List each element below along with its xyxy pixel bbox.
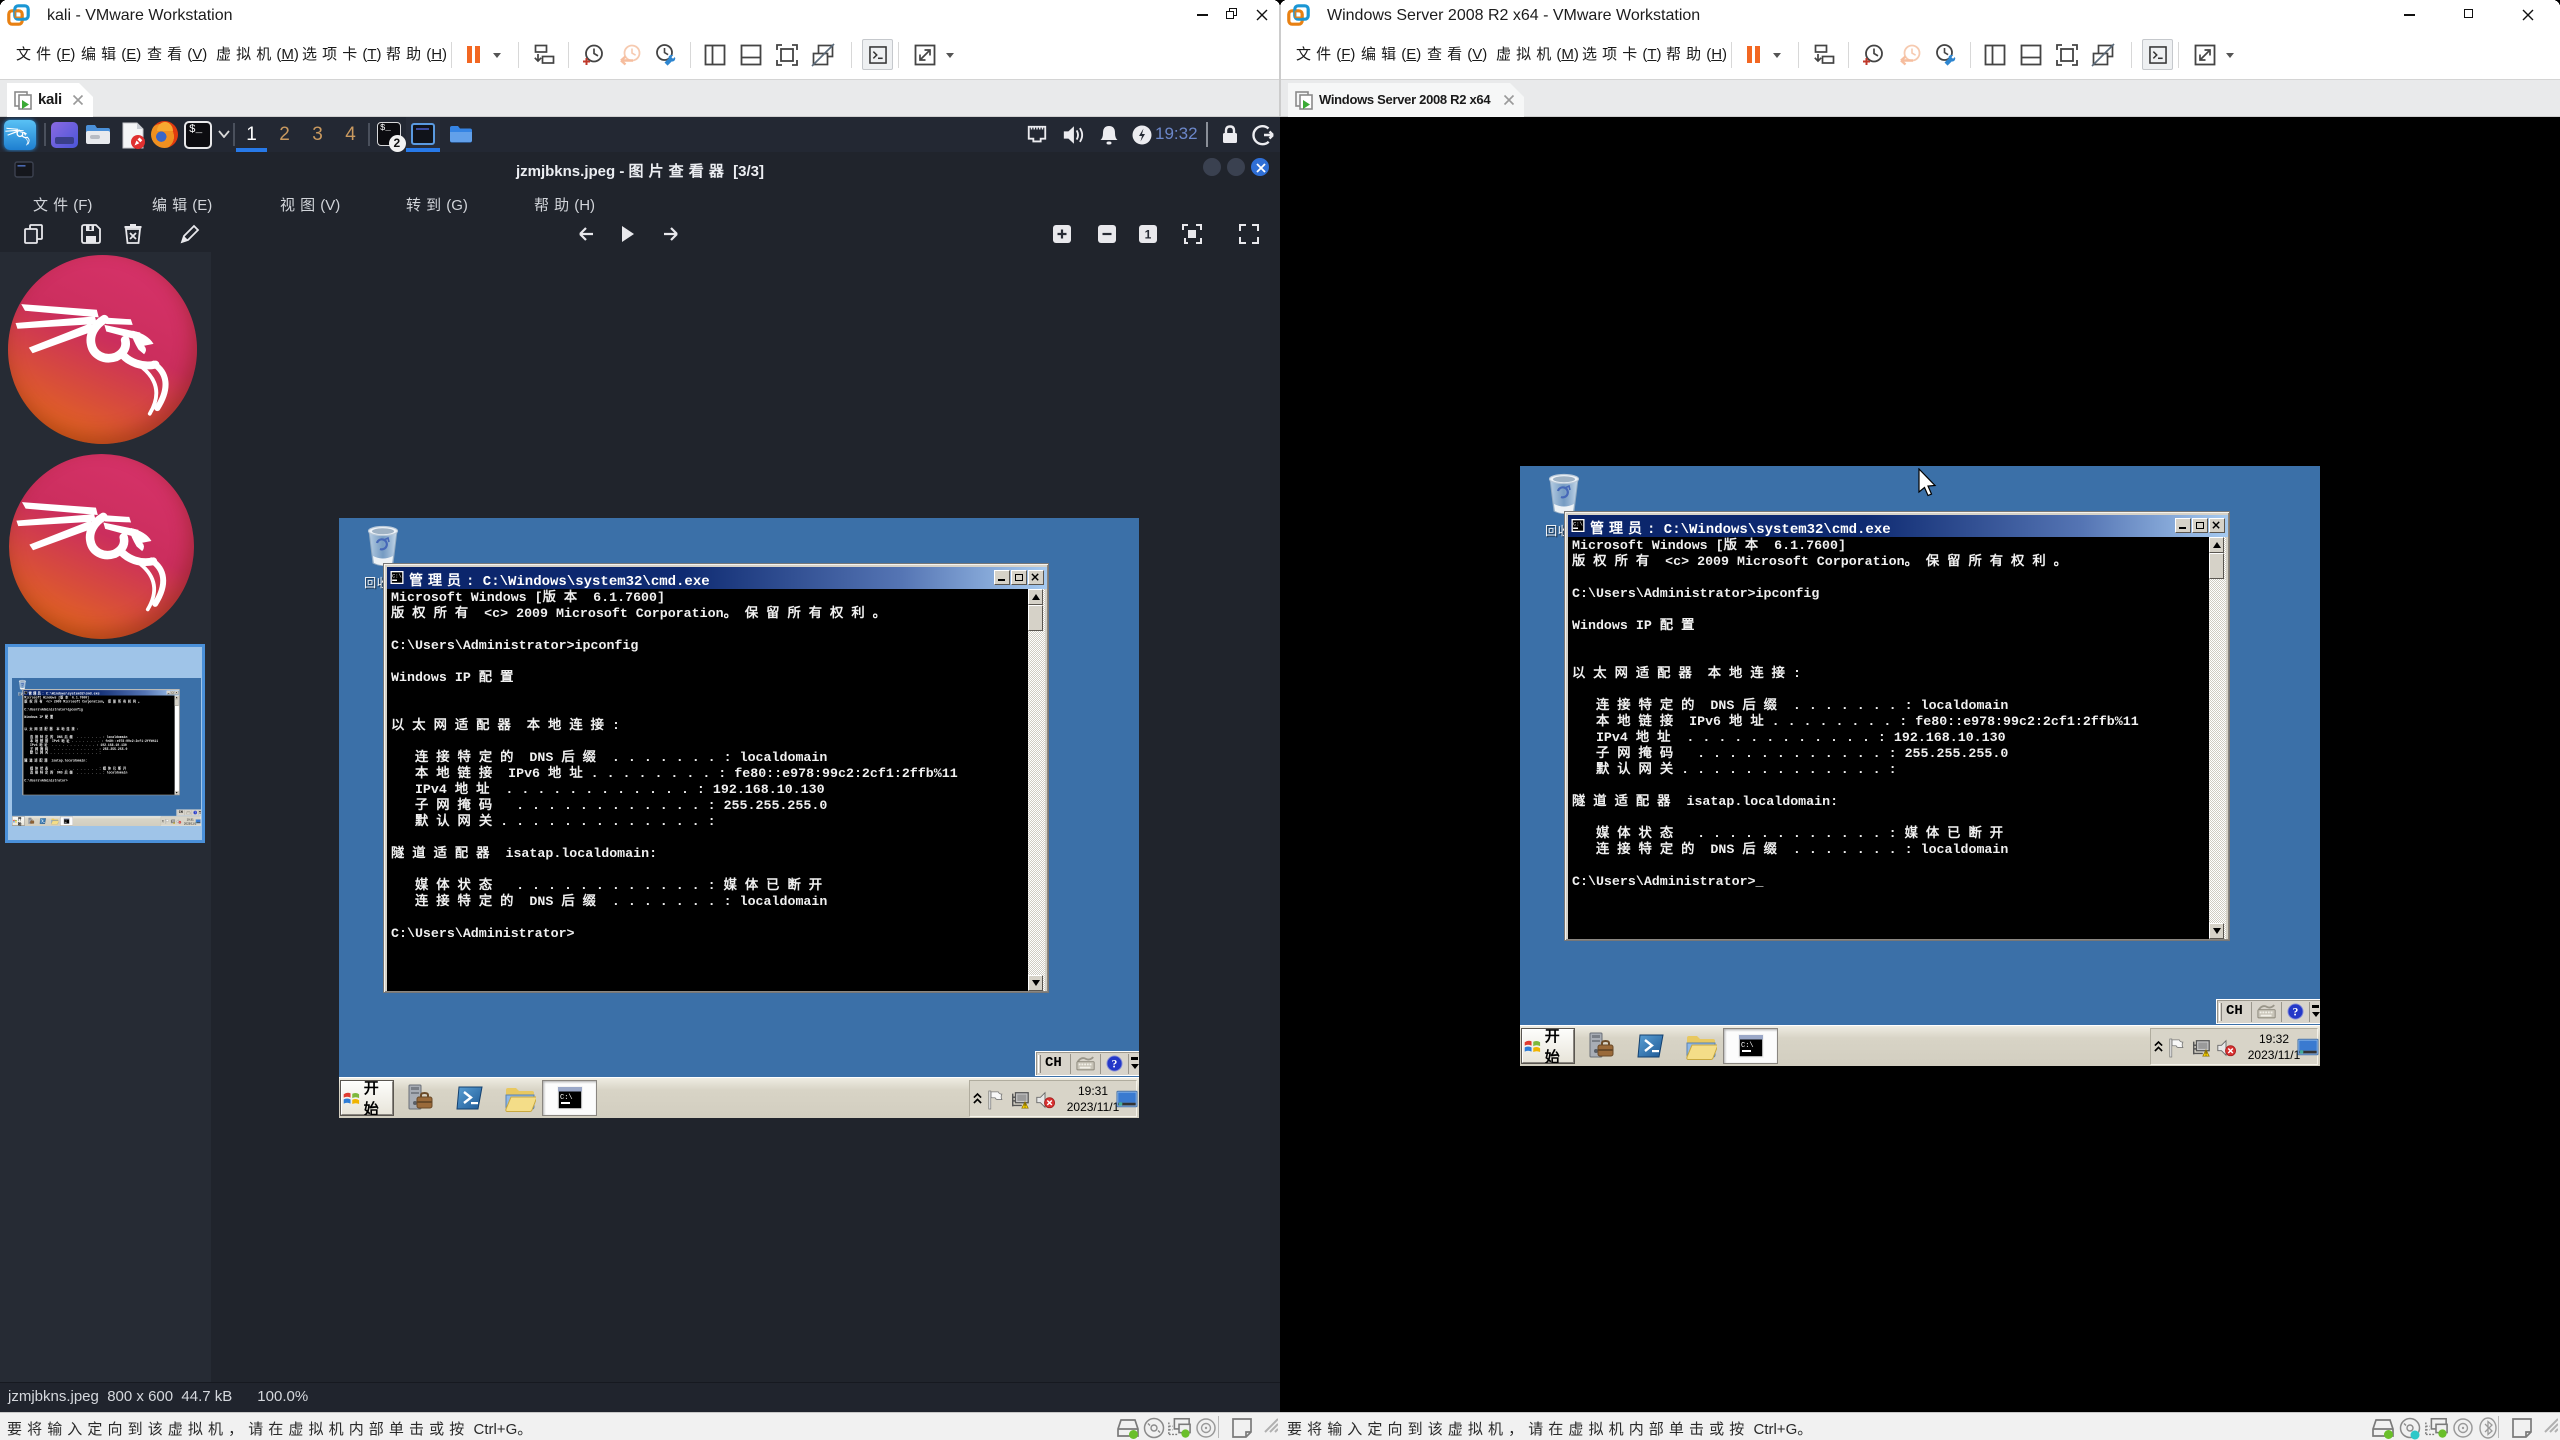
svg-text:C:\: C:\	[560, 1094, 573, 1102]
svg-text:1: 1	[1145, 228, 1152, 242]
svg-text:C:\: C:\	[392, 574, 401, 580]
svg-text:?: ?	[2293, 1006, 2299, 1018]
svg-text:C:\: C:\	[1741, 1042, 1754, 1050]
svg-text:?: ?	[1112, 1058, 1118, 1070]
svg-text:!: !	[1024, 1103, 1026, 1109]
svg-text:!: !	[2205, 1051, 2207, 1057]
svg-text:C:\: C:\	[64, 820, 67, 822]
svg-text:C:\: C:\	[1573, 522, 1582, 528]
